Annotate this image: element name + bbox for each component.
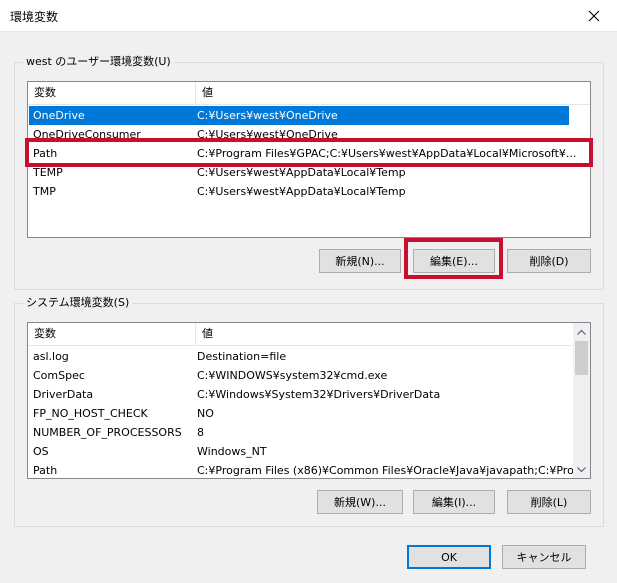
table-row[interactable]: NUMBER_OF_PROCESSORS 8 bbox=[29, 423, 573, 442]
close-icon bbox=[588, 10, 600, 21]
column-header-name[interactable]: 変数 bbox=[28, 82, 196, 104]
table-row[interactable]: Path C:¥Program Files (x86)¥Common Files… bbox=[29, 461, 573, 478]
scroll-down-button[interactable] bbox=[573, 461, 590, 478]
user-edit-button[interactable]: 編集(E)... bbox=[413, 249, 495, 273]
cancel-button[interactable]: キャンセル bbox=[502, 545, 586, 569]
close-button[interactable] bbox=[571, 0, 617, 31]
table-row[interactable]: asl.log Destination=file bbox=[29, 347, 573, 366]
user-env-group-title: west のユーザー環境変数(U) bbox=[23, 55, 174, 69]
title-bar: 環境変数 bbox=[0, 0, 617, 32]
scroll-up-button[interactable] bbox=[573, 323, 590, 340]
system-env-list-header: 変数 値 bbox=[28, 323, 572, 346]
system-edit-button[interactable]: 編集(I)... bbox=[413, 490, 495, 514]
system-env-group: システム環境変数(S) 変数 値 asl.log Destination=fil… bbox=[14, 296, 604, 527]
system-new-button[interactable]: 新規(W)... bbox=[317, 490, 403, 514]
table-row[interactable]: ComSpec C:¥WINDOWS¥system32¥cmd.exe bbox=[29, 366, 573, 385]
user-env-group: west のユーザー環境変数(U) 変数 値 OneDrive C:¥Users… bbox=[14, 55, 604, 290]
user-env-list-header: 変数 値 bbox=[28, 82, 590, 105]
system-list-scrollbar[interactable] bbox=[573, 323, 590, 478]
scroll-thumb[interactable] bbox=[575, 341, 588, 375]
table-row[interactable]: OneDriveConsumer C:¥Users¥west¥OneDrive bbox=[29, 125, 569, 144]
user-env-list[interactable]: 変数 値 OneDrive C:¥Users¥west¥OneDrive One… bbox=[27, 81, 591, 238]
table-row[interactable]: Path C:¥Program Files¥GPAC;C:¥Users¥west… bbox=[29, 144, 576, 163]
user-new-button[interactable]: 新規(N)... bbox=[319, 249, 401, 273]
system-env-group-title: システム環境変数(S) bbox=[23, 296, 133, 310]
system-delete-button[interactable]: 削除(L) bbox=[507, 490, 591, 514]
table-row[interactable]: DriverData C:¥Windows¥System32¥Drivers¥D… bbox=[29, 385, 573, 404]
table-row[interactable]: OS Windows_NT bbox=[29, 442, 573, 461]
ok-button[interactable]: OK bbox=[407, 545, 491, 569]
chevron-down-icon bbox=[577, 466, 586, 472]
column-header-name[interactable]: 変数 bbox=[28, 323, 196, 345]
chevron-up-icon bbox=[577, 329, 586, 335]
table-row[interactable]: OneDrive C:¥Users¥west¥OneDrive bbox=[29, 106, 569, 125]
table-row[interactable]: TMP C:¥Users¥west¥AppData¥Local¥Temp bbox=[29, 182, 569, 201]
window-title: 環境変数 bbox=[10, 10, 59, 24]
table-row[interactable]: FP_NO_HOST_CHECK NO bbox=[29, 404, 573, 423]
table-row[interactable]: TEMP C:¥Users¥west¥AppData¥Local¥Temp bbox=[29, 163, 569, 182]
system-env-list[interactable]: 変数 値 asl.log Destination=file ComSpec C:… bbox=[27, 322, 591, 479]
column-header-value[interactable]: 値 bbox=[196, 82, 590, 104]
user-delete-button[interactable]: 削除(D) bbox=[507, 249, 591, 273]
column-header-value[interactable]: 値 bbox=[196, 323, 574, 345]
